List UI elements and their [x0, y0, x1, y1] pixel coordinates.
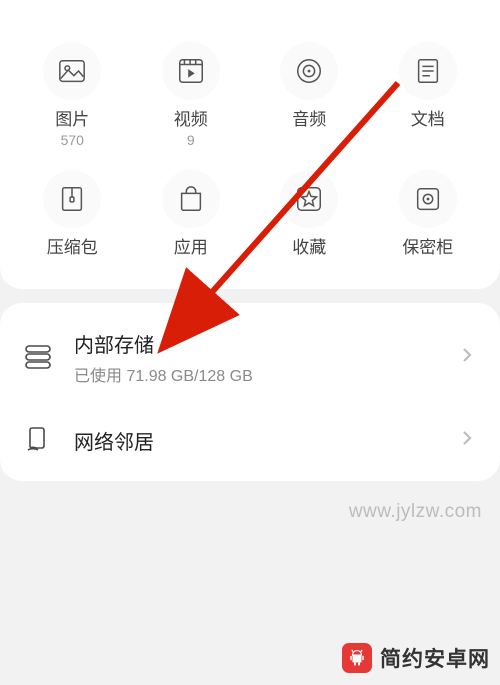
storage-subtitle: 已使用 71.98 GB/128 GB	[74, 362, 458, 386]
categories-card: 图片 570 视频 9 音频 文档	[0, 0, 500, 289]
internal-storage-row[interactable]: 内部存储 已使用 71.98 GB/128 GB	[0, 309, 500, 406]
category-grid: 图片 570 视频 9 音频 文档	[24, 42, 476, 261]
category-label: 收藏	[292, 238, 326, 258]
safe-icon	[399, 170, 457, 228]
storage-icon	[24, 343, 52, 371]
storage-title: 内部存储	[74, 329, 458, 358]
android-logo-icon	[342, 643, 372, 673]
category-label: 音频	[292, 110, 326, 130]
video-icon	[162, 42, 220, 100]
category-apps[interactable]: 应用	[143, 170, 240, 260]
network-neighborhood-row[interactable]: 网络邻居	[0, 406, 500, 475]
category-favorites[interactable]: 收藏	[261, 170, 358, 260]
category-label: 视频	[174, 110, 208, 130]
category-audio[interactable]: 音频	[261, 42, 358, 148]
chevron-right-icon	[458, 429, 476, 452]
search-bar[interactable]	[24, 0, 476, 14]
watermark-text: www.jylzw.com	[349, 501, 482, 523]
brand-badge: 简约安卓网	[342, 643, 490, 673]
storage-text: 内部存储 已使用 71.98 GB/128 GB	[74, 329, 458, 386]
audio-icon	[280, 42, 338, 100]
category-documents[interactable]: 文档	[380, 42, 477, 148]
category-label: 保密柜	[402, 238, 453, 258]
storage-section: 内部存储 已使用 71.98 GB/128 GB 网络邻居	[0, 303, 500, 481]
category-archives[interactable]: 压缩包	[24, 170, 121, 260]
app-icon	[162, 170, 220, 228]
category-count: 570	[61, 132, 84, 148]
document-icon	[399, 42, 457, 100]
category-count: 9	[187, 132, 195, 148]
category-label: 应用	[174, 238, 208, 258]
network-text: 网络邻居	[74, 426, 458, 455]
brand-name: 简约安卓网	[380, 643, 490, 673]
archive-icon	[43, 170, 101, 228]
image-icon	[43, 42, 101, 100]
chevron-right-icon	[458, 346, 476, 369]
category-safe[interactable]: 保密柜	[380, 170, 477, 260]
favorite-icon	[280, 170, 338, 228]
category-images[interactable]: 图片 570	[24, 42, 121, 148]
network-icon	[24, 426, 52, 454]
category-label: 文档	[411, 110, 445, 130]
network-title: 网络邻居	[74, 426, 458, 455]
category-videos[interactable]: 视频 9	[143, 42, 240, 148]
category-label: 压缩包	[47, 238, 98, 258]
file-manager-screen: 图片 570 视频 9 音频 文档	[0, 0, 500, 685]
category-label: 图片	[55, 110, 89, 130]
